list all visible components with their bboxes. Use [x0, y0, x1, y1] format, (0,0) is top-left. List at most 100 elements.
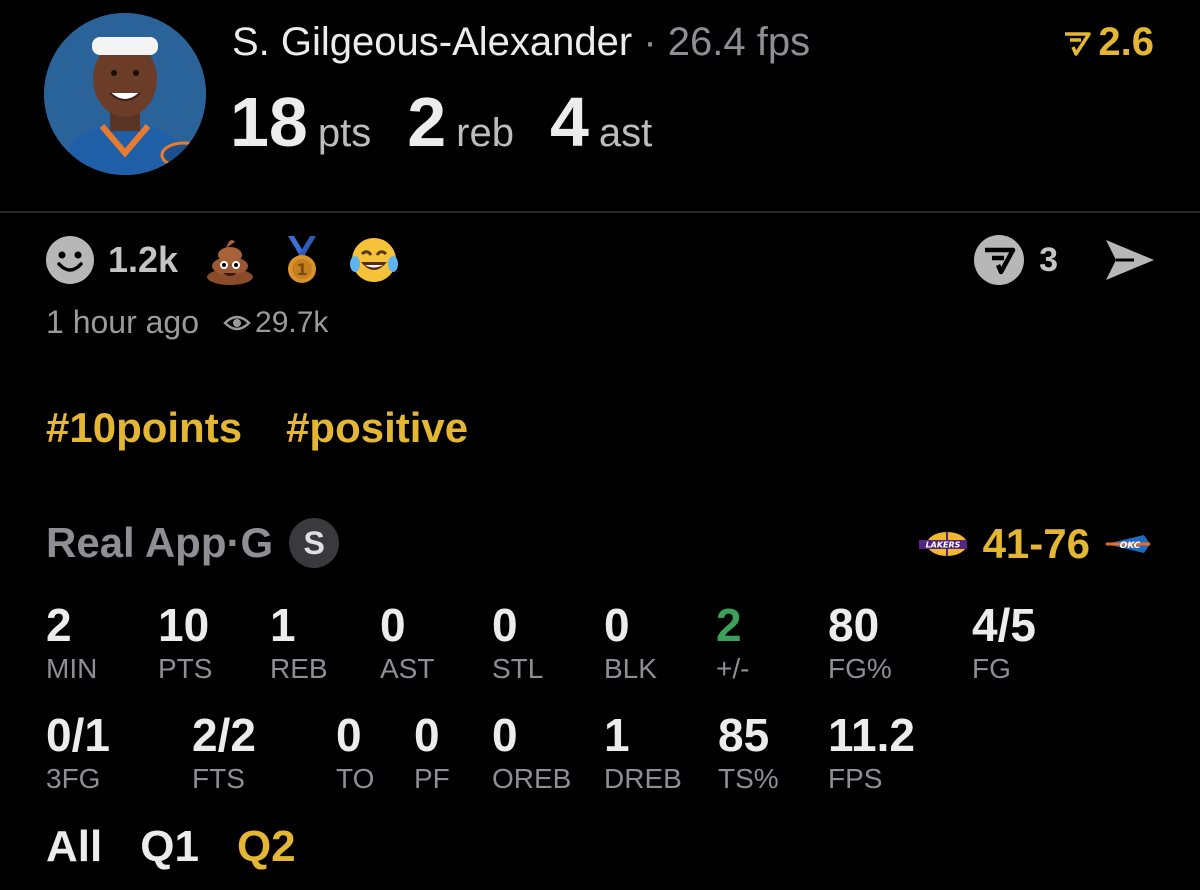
svg-text:1: 1 — [297, 260, 308, 279]
stat-stl: 0 STL — [492, 602, 543, 686]
stat-label: +/- — [716, 653, 750, 684]
lakers-logo-icon: LAKERS — [918, 532, 967, 556]
player-avatar[interactable] — [44, 13, 206, 175]
source-name: Real App — [46, 519, 227, 566]
stat-value: 1 — [270, 599, 296, 651]
stat-value: 2 — [716, 599, 742, 651]
player-name[interactable]: S. Gilgeous-Alexander — [232, 20, 632, 64]
comment-share-area: 3 — [971, 232, 1156, 288]
stat-dreb: 1 DREB — [604, 712, 682, 796]
score-value: 41-76 — [982, 520, 1090, 567]
stat-label: 3FG — [46, 763, 101, 794]
stat-label: STL — [492, 653, 544, 684]
stat-ast: 0 AST — [380, 602, 434, 686]
reactions-bar: 1.2k 1 — [44, 232, 420, 288]
player-name-line: S. Gilgeous-Alexander · 26.4 fps — [232, 20, 810, 65]
stat-label: TO — [336, 763, 375, 794]
stat-value: 0 — [414, 709, 440, 761]
stat-label: PTS — [158, 653, 213, 684]
reaction-count[interactable]: 1.2k — [108, 239, 178, 281]
header-divider — [0, 211, 1200, 213]
stat-label: REB — [270, 653, 328, 684]
svg-text:LAKERS: LAKERS — [925, 541, 960, 550]
source-dot: · — [226, 519, 241, 566]
stat-label: MIN — [46, 653, 98, 684]
view-count: 29.7k — [255, 305, 329, 339]
rebounds-value: 2 — [407, 83, 447, 161]
stat-fts: 2/2 FTS — [192, 712, 256, 796]
stat-oreb: 0 OREB — [492, 712, 571, 796]
stat-value: 85 — [718, 709, 770, 761]
stat-plus-minus: 2 +/- — [716, 602, 749, 686]
stat-value: 80 — [828, 599, 880, 651]
hashtag-10points[interactable]: #10points — [46, 404, 242, 451]
comment-icon[interactable] — [971, 232, 1027, 288]
stat-to: 0 TO — [336, 712, 374, 796]
stat-fg-pct: 80 FG% — [828, 602, 892, 686]
stat-label: FPS — [828, 763, 883, 794]
hashtags: #10points #positive — [46, 404, 512, 452]
stat-value: 2 — [46, 599, 72, 651]
share-icon[interactable] — [1104, 238, 1156, 282]
stat-value: 2/2 — [192, 709, 256, 761]
stat-value: 0/1 — [46, 709, 110, 761]
quarter-tabs: All Q1 Q2 — [46, 822, 296, 872]
medal-emoji-icon[interactable]: 1 — [276, 234, 328, 286]
stat-label: DREB — [604, 763, 682, 794]
poop-emoji-icon[interactable] — [204, 234, 256, 286]
points-value: 18 — [230, 83, 308, 161]
rebounds-unit: reb — [456, 111, 514, 155]
stat-value: 10 — [158, 599, 210, 651]
smiley-icon[interactable] — [44, 234, 96, 286]
name-separator: · — [632, 20, 668, 64]
stat-value: 1 — [604, 709, 630, 761]
stat-label: OREB — [492, 763, 572, 794]
tab-q2[interactable]: Q2 — [237, 822, 296, 872]
stat-label: FTS — [192, 763, 245, 794]
stat-pf: 0 PF — [414, 712, 450, 796]
stat-pts: 10 PTS — [158, 602, 212, 686]
tab-q1[interactable]: Q1 — [140, 822, 199, 872]
laughing-tears-emoji-icon[interactable] — [348, 234, 400, 286]
stat-reb: 1 REB — [270, 602, 328, 686]
comment-count[interactable]: 3 — [1039, 241, 1058, 280]
stat-label: FG — [972, 653, 1011, 684]
stat-value: 11.2 — [828, 709, 915, 761]
stat-value: 4/5 — [972, 599, 1036, 651]
okc-logo-icon: OKC — [1106, 535, 1150, 553]
stat-3fg: 0/1 3FG — [46, 712, 110, 796]
player-position: G — [240, 519, 274, 566]
view-count-group: 29.7k — [223, 306, 328, 340]
hashtag-positive[interactable]: #positive — [286, 404, 468, 451]
tab-all[interactable]: All — [46, 822, 102, 872]
game-source-line: Real App · G S — [46, 518, 340, 568]
badge-value: 2.6 — [1098, 20, 1154, 64]
post-meta: 1 hour ago 29.7k — [46, 304, 328, 341]
stat-label: TS% — [718, 763, 779, 794]
stat-value: 0 — [492, 599, 518, 651]
real-logo-icon — [1065, 31, 1092, 56]
stat-ts-pct: 85 TS% — [718, 712, 779, 796]
game-score[interactable]: LAKERS 41-76 OKC — [917, 520, 1152, 568]
player-fps: 26.4 fps — [667, 20, 811, 64]
time-ago: 1 hour ago — [46, 304, 200, 340]
svg-text:OKC: OKC — [1120, 541, 1141, 551]
prediction-badge[interactable]: 2.6 — [1062, 20, 1154, 65]
stat-fg: 4/5 FG — [972, 602, 1036, 686]
points-unit: pts — [317, 111, 372, 155]
stat-blk: 0 BLK — [604, 602, 657, 686]
stat-label: AST — [380, 653, 435, 684]
stat-label: BLK — [604, 653, 657, 684]
stat-label: PF — [414, 763, 450, 794]
assists-value: 4 — [549, 83, 589, 161]
stat-value: 0 — [380, 599, 406, 651]
assists-unit: ast — [598, 111, 653, 155]
stat-label: FG% — [828, 653, 892, 684]
avatar-image — [44, 13, 206, 175]
stat-value: 0 — [604, 599, 630, 651]
stat-fps: 11.2 FPS — [828, 712, 915, 796]
stat-value: 0 — [492, 709, 518, 761]
s-badge[interactable]: S — [289, 518, 340, 568]
stat-min: 2 MIN — [46, 602, 97, 686]
headline-stats: 18 pts 2 reb 4 ast — [230, 82, 688, 162]
